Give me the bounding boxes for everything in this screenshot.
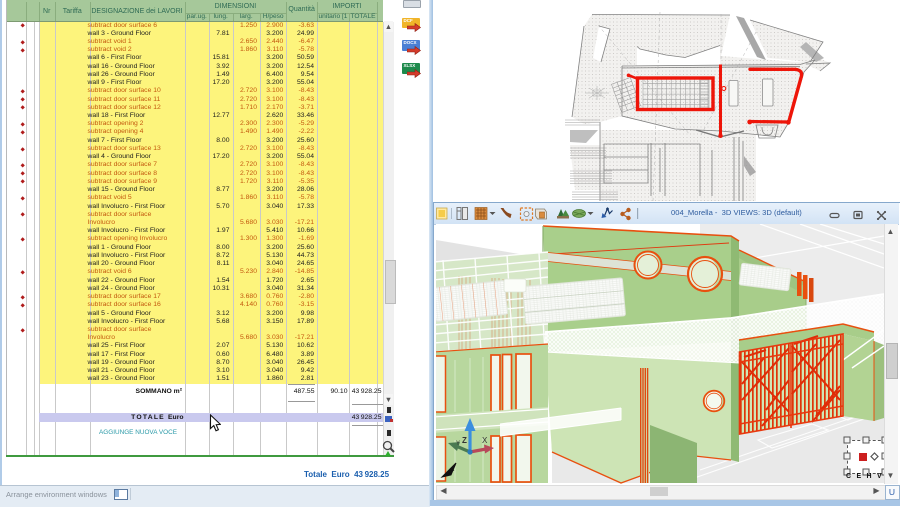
svg-text:X: X — [482, 436, 488, 445]
svg-text:Y: Y — [456, 441, 460, 447]
svg-text:Z: Z — [462, 436, 467, 445]
